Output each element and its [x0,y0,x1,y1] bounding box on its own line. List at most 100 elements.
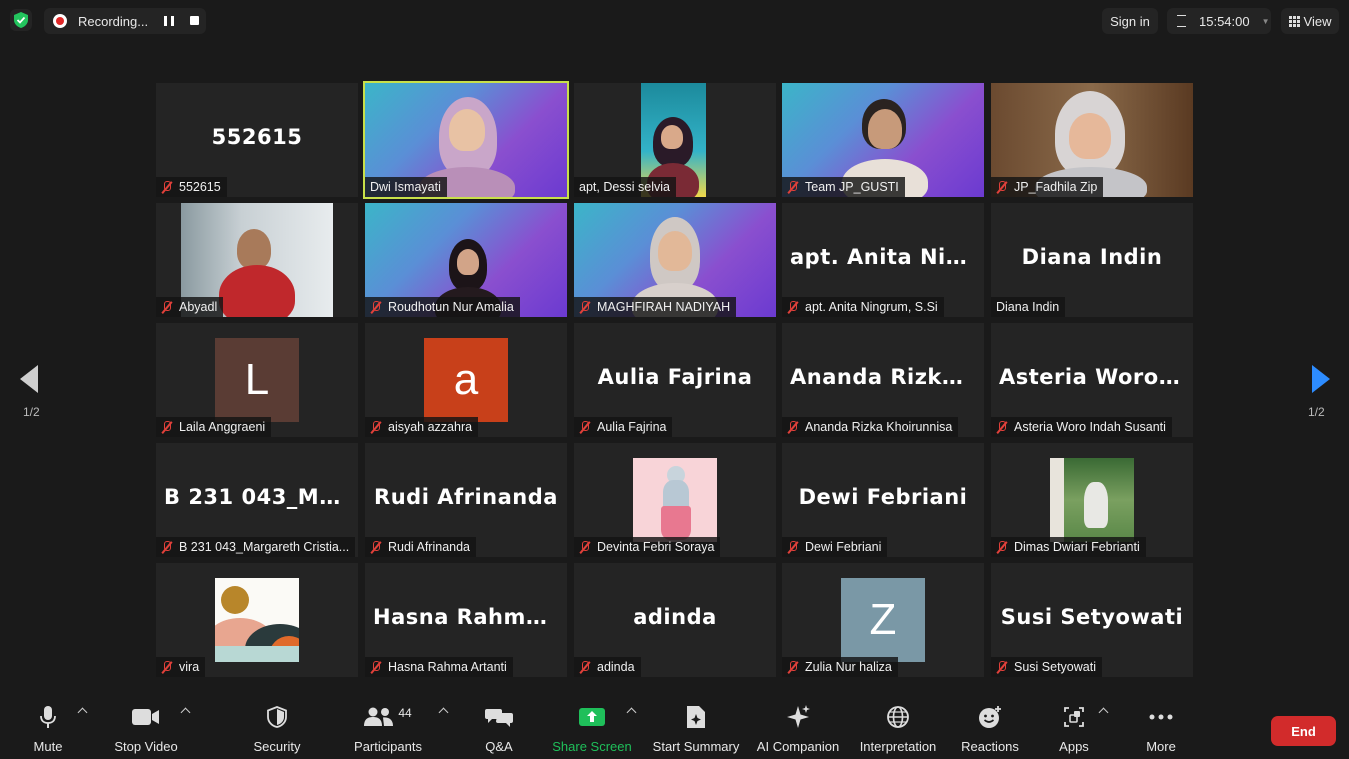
participant-display-name: 552615 [211,125,303,149]
participant-name: Laila Anggraeni [179,420,266,434]
participant-tile[interactable]: Aulia Fajrina Aulia Fajrina [574,323,776,437]
ai-companion-button[interactable]: AI Companion [755,703,841,754]
mute-button[interactable]: Mute [26,703,70,754]
participant-tile[interactable]: Devinta Febri Soraya [574,443,776,557]
encryption-shield-icon[interactable] [10,9,32,31]
participant-tile[interactable]: Abyadl [156,203,358,317]
participant-name-tag: Rudi Afrinanda [365,537,477,557]
participant-tile[interactable]: JP_Fadhila Zip [991,83,1193,197]
participant-name: Devinta Febri Soraya [597,540,715,554]
stop-video-label: Stop Video [114,739,178,754]
mic-muted-icon [161,180,173,194]
video-options-chevron-icon[interactable] [180,707,191,718]
participant-tile[interactable]: Rudi Afrinanda Rudi Afrinanda [365,443,567,557]
participant-name-tag: Dimas Dwiari Febrianti [991,537,1146,557]
participant-avatar: Z [841,578,925,662]
participant-name-tag: Dewi Febriani [782,537,888,557]
previous-page-arrow-icon[interactable] [20,365,38,393]
participant-tile[interactable]: Team JP_GUSTI [782,83,984,197]
participant-name: Ananda Rizka Khoirunnisa [805,420,953,434]
stop-recording-icon[interactable] [190,16,199,25]
participant-name-tag: Aulia Fajrina [574,417,673,437]
participant-avatar: L [215,338,299,422]
page-indicator-left: 1/2 [23,405,40,419]
grid-view-icon [1288,15,1300,27]
participants-icon: 44 [364,703,412,731]
participant-tile[interactable]: apt. Anita Ning... apt. Anita Ningrum, S… [782,203,984,317]
sign-in-button[interactable]: Sign in [1102,8,1158,34]
participant-tile[interactable]: apt, Dessi selvia [574,83,776,197]
participant-tile[interactable]: 552615 552615 [156,83,358,197]
participant-name-tag: Ananda Rizka Khoirunnisa [782,417,959,437]
participants-label: Participants [354,739,422,754]
participant-tile[interactable]: Dewi Febriani Dewi Febriani [782,443,984,557]
pause-recording-icon[interactable] [164,16,174,26]
participant-display-name: B 231 043_Mar... [164,485,358,509]
participant-tile[interactable]: Roudhotun Nur Amalia [365,203,567,317]
participants-button[interactable]: 44 Participants [352,703,424,754]
reactions-label: Reactions [961,739,1019,754]
share-screen-button[interactable]: Share Screen [552,703,632,754]
participant-tile[interactable]: a aisyah azzahra [365,323,567,437]
mic-muted-icon [996,540,1008,554]
participant-name-tag: B 231 043_Margareth Cristia... [156,537,356,557]
participant-name: Dwi Ismayati [370,180,441,194]
participant-name: Abyadl [179,300,218,314]
participant-name-tag: apt, Dessi selvia [574,177,677,197]
participant-name: Team JP_GUSTI [805,180,899,194]
start-summary-button[interactable]: Start Summary [650,703,742,754]
more-dots-icon [1149,703,1173,731]
participant-tile[interactable]: Diana Indin Diana Indin [991,203,1193,317]
participant-tile[interactable]: MAGHFIRAH NADIYAH [574,203,776,317]
reactions-button[interactable]: Reactions [958,703,1022,754]
participant-tile[interactable]: Ananda Rizka K... Ananda Rizka Khoirunni… [782,323,984,437]
qa-button[interactable]: Q&A [482,703,516,754]
chevron-down-icon: ▼ [1261,16,1270,26]
participant-tile[interactable]: Susi Setyowati Susi Setyowati [991,563,1193,677]
participant-name-tag: Roudhotun Nur Amalia [365,297,520,317]
participant-tile[interactable]: Hasna Rahma A... Hasna Rahma Artanti [365,563,567,677]
security-label: Security [253,739,301,754]
interpretation-button[interactable]: Interpretation [854,703,942,754]
participant-name: B 231 043_Margareth Cristia... [179,540,350,554]
stop-video-button[interactable]: Stop Video [110,703,182,754]
mic-muted-icon [161,300,173,314]
participant-tile[interactable]: B 231 043_Mar... B 231 043_Margareth Cri… [156,443,358,557]
view-button[interactable]: View [1281,8,1339,34]
participant-name-tag: Abyadl [156,297,224,317]
timer-value: 15:54:00 [1199,13,1250,29]
participant-tile[interactable]: adinda adinda [574,563,776,677]
participant-name-tag: Laila Anggraeni [156,417,272,437]
participant-tile[interactable]: Z Zulia Nur haliza [782,563,984,677]
participant-avatar: a [424,338,508,422]
security-button[interactable]: Security [248,703,306,754]
mic-muted-icon [579,660,591,674]
participant-avatar-image [215,578,299,662]
apps-button[interactable]: Apps [1056,703,1092,754]
participant-tile[interactable]: vira [156,563,358,677]
participant-avatar-image [633,458,717,542]
mic-muted-icon [161,660,173,674]
participant-name: Susi Setyowati [1014,660,1096,674]
participant-tile[interactable]: Dimas Dwiari Febrianti [991,443,1193,557]
qa-chat-bubbles-icon [485,703,513,731]
mic-muted-icon [787,420,799,434]
participant-name: Dimas Dwiari Febrianti [1014,540,1140,554]
hourglass-icon [1177,15,1186,27]
participant-tile[interactable]: L Laila Anggraeni [156,323,358,437]
audio-options-chevron-icon[interactable] [77,707,88,718]
end-meeting-button[interactable]: End [1271,716,1336,746]
apps-options-chevron-icon[interactable] [1098,707,1109,718]
participant-name-tag: Devinta Febri Soraya [574,537,721,557]
participants-options-chevron-icon[interactable] [438,707,449,718]
participant-name: Diana Indin [996,300,1060,314]
interpretation-label: Interpretation [859,739,937,754]
participant-tile[interactable]: Asteria Woro In... Asteria Woro Indah Su… [991,323,1193,437]
security-shield-icon [267,703,287,731]
next-page-arrow-icon[interactable] [1312,365,1330,393]
more-button[interactable]: More [1140,703,1182,754]
participant-name-tag: Hasna Rahma Artanti [365,657,513,677]
participant-tile-active-speaker[interactable]: Dwi Ismayati [363,81,569,199]
meeting-timer[interactable]: 15:54:00 ▼ [1167,8,1271,34]
mic-muted-icon [996,180,1008,194]
